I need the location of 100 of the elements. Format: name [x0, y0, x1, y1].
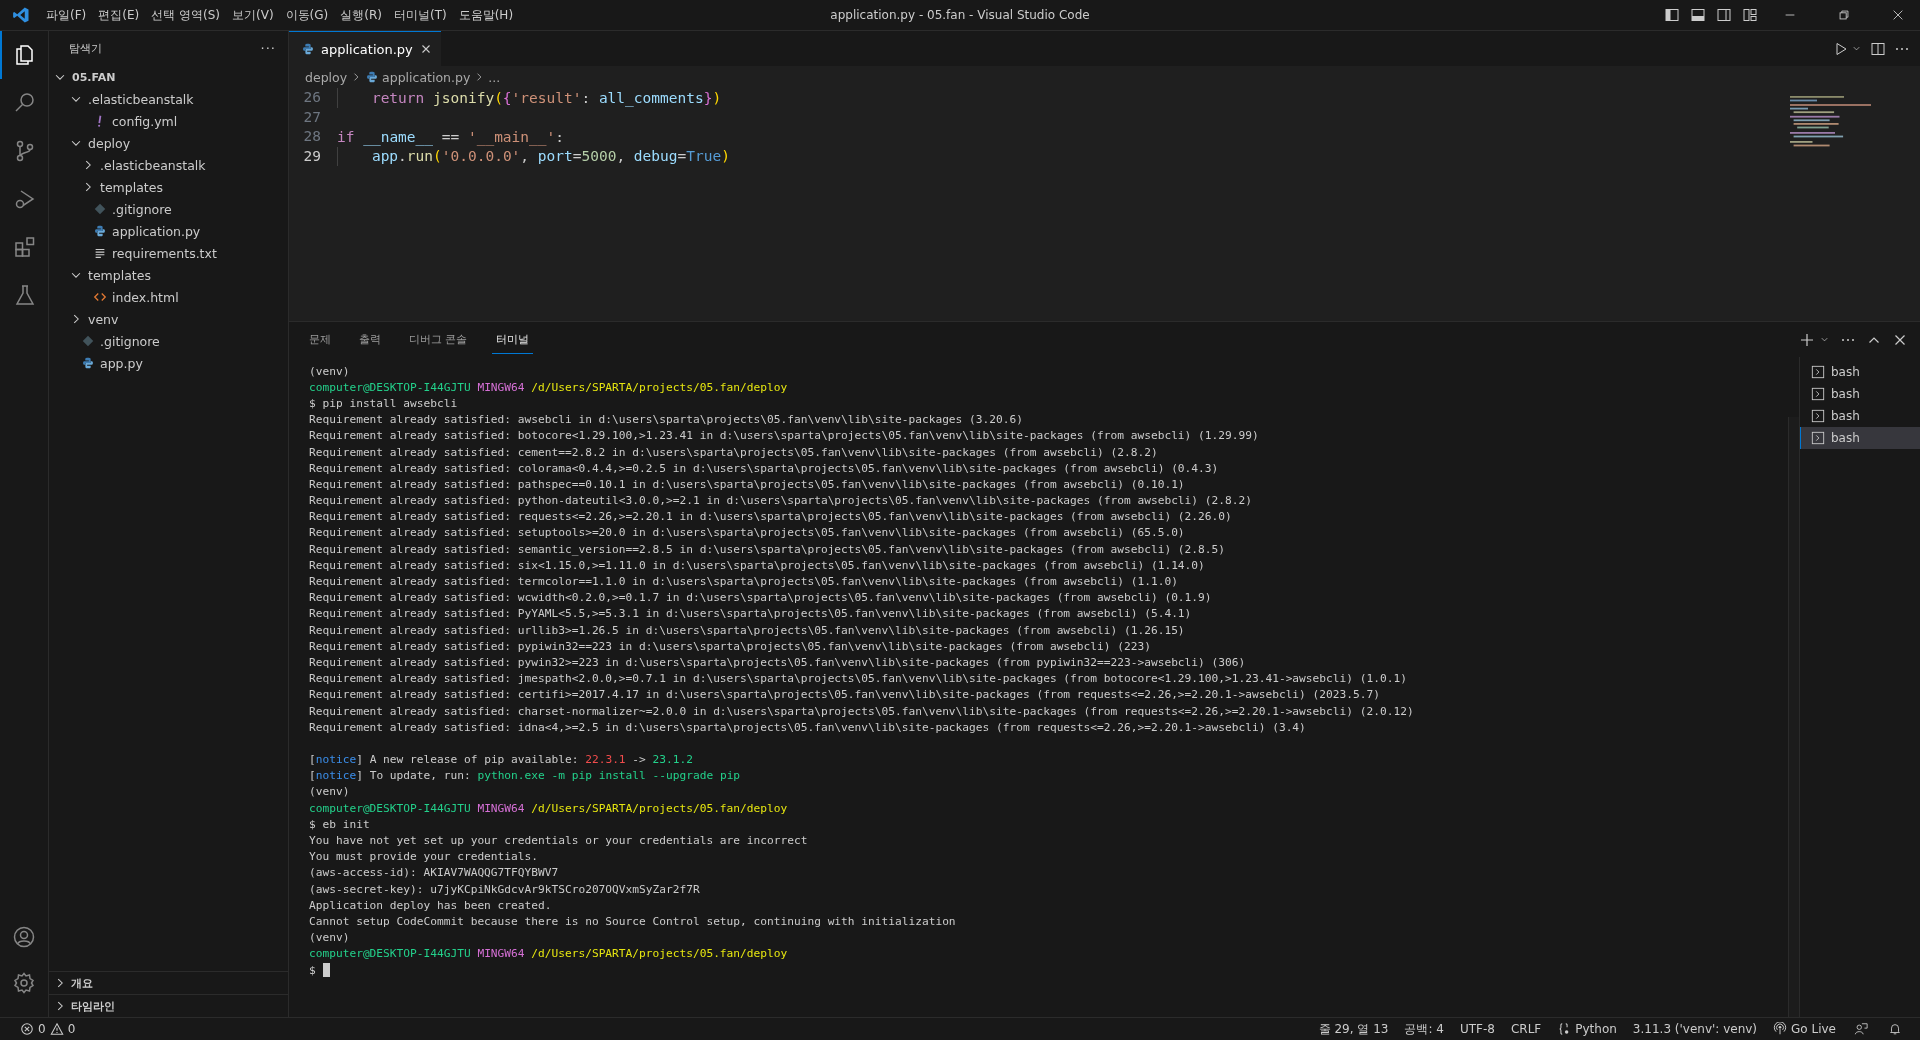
terminal-line: You must provide your credentials.	[309, 850, 538, 864]
terminal-line: Requirement already satisfied: setuptools>=20.0 in d:\users\sparta\projects\05.fan\venv\lib\site-packages (from awsebcli) (65.5.0)	[309, 526, 1185, 540]
scrollbar-track[interactable]	[1788, 417, 1799, 1017]
tree-item[interactable]: .elasticbeanstalk	[49, 154, 288, 176]
panel-tab[interactable]: 디버그 콘솔	[405, 325, 472, 354]
tree-item[interactable]: deploy	[49, 132, 288, 154]
flask-icon[interactable]	[13, 283, 37, 307]
terminal-line: Requirement already satisfied: semantic_version==2.8.5 in d:\users\sparta\projects\05.fan\venv\lib\site-packages (from awsebcli) (2.8.5)	[309, 542, 1226, 556]
menu-item[interactable]: 이동(G)	[279, 6, 335, 24]
terminal-line: computer@DESKTOP-I44GJTU MINGW64 /d/Users/SPARTA/projects/05.fan/deploy	[309, 801, 788, 815]
terminal-line: Requirement already satisfied: pywin32>=223 in d:\users\sparta\projects\05.fan\venv\lib\site-packages (from pypiwin32==223->awsebcli) (306)	[309, 655, 1246, 669]
menu-item[interactable]: 터미널(T)	[387, 6, 453, 24]
text-file-icon	[93, 246, 107, 260]
terminal-line: Requirement already satisfied: jmespath<2.0.0,>=0.7.1 in d:\users\sparta\projects\05.fan\venv\lib\site-packages (from botocore<1.29.100,>1.23.41->awsebcli) (1.0.1)	[309, 672, 1407, 686]
menu-item[interactable]: 편집(E)	[92, 6, 146, 24]
layout-icon[interactable]	[1742, 7, 1758, 23]
error-icon	[20, 1022, 34, 1036]
account-icon[interactable]	[12, 925, 36, 949]
tree-item[interactable]: templates	[49, 264, 288, 286]
problems-status[interactable]: 0 0	[12, 1022, 84, 1036]
terminal-line: Requirement already satisfied: requests<=2.26,>=2.20.1 in d:\users\sparta\projects\05.fan\venv\lib\site-packages (from awsebcli) (2.26.0)	[309, 510, 1232, 524]
panel-tab[interactable]: 터미널	[491, 325, 533, 354]
window-title: application.py - 05.fan - Visual Studio Code	[830, 8, 1090, 22]
status-item[interactable]: UTF-8	[1451, 1022, 1503, 1036]
terminal-line: [notice] To update, run: python.exe -m pip install --upgrade pip	[309, 769, 741, 783]
tree-item[interactable]: config.yml	[49, 110, 288, 132]
menu-item[interactable]: 선택 영역(S)	[145, 6, 226, 24]
code-line: app.run('0.0.0.0', port=5000, debug=True)	[371, 148, 730, 165]
terminal-line: Requirement already satisfied: pathspec==0.10.1 in d:\users\sparta\projects\05.fan\venv\lib\site-packages (from awsebcli) (0.10.1)	[309, 477, 1185, 491]
toggle-panel-icon[interactable]	[1690, 7, 1706, 23]
status-item[interactable]: 줄 29, 열 13	[1310, 1020, 1397, 1038]
terminal-list-item[interactable]: bash	[1800, 383, 1920, 405]
diamond-icon	[93, 202, 107, 216]
status-item[interactable]: Go Live	[1765, 1022, 1844, 1036]
toggle-secondary-sidebar-icon[interactable]	[1716, 7, 1732, 23]
toggle-sidebar-icon[interactable]	[1664, 7, 1680, 23]
more-actions-button[interactable]: ···	[260, 41, 276, 56]
vscode-logo-icon	[12, 6, 30, 24]
tree-item[interactable]: .elasticbeanstalk	[49, 88, 288, 110]
status-item[interactable]: 공백: 4	[1396, 1020, 1452, 1038]
tree-item[interactable]: 05.FAN	[49, 66, 288, 88]
tree-item[interactable]: templates	[49, 176, 288, 198]
terminal-list-item[interactable]: bash	[1800, 361, 1920, 383]
terminal-line: Requirement already satisfied: certifi>=2017.4.17 in d:\users\sparta\projects\05.fan\venv\lib\site-packages (from requests<=2.26,>=2.20.1->awsebcli) (2023.5.7)	[309, 688, 1380, 702]
terminal-list-item[interactable]: bash	[1800, 427, 1920, 449]
sidebar-title: 탐색기	[69, 41, 102, 56]
code-brackets-icon	[93, 290, 107, 304]
terminal-line: Requirement already satisfied: python-dateutil<3.0.0,>=2.1 in d:\users\sparta\projects\05.fan\venv\lib\site-packages (from awsebcli) (2.8.2)	[309, 494, 1252, 508]
terminal-line: computer@DESKTOP-I44GJTU MINGW64 /d/Users/SPARTA/projects/05.fan/deploy	[309, 947, 788, 961]
menu-item[interactable]: 도움말(H)	[452, 6, 520, 24]
terminal-line: $	[309, 963, 316, 977]
python-file-icon	[93, 224, 107, 238]
tree-item[interactable]: app.py	[49, 352, 288, 374]
terminal-line: Requirement already satisfied: charset-normalizer~=2.0.0 in d:\users\sparta\projects\05.fan\venv\lib\site-packages (from requests<=2.26,>=2.20.1->awsebcli) (2.0.12)	[309, 704, 1414, 718]
tree-item[interactable]: .gitignore	[49, 198, 288, 220]
terminal-line: Requirement already satisfied: awsebcli in d:\users\sparta\projects\05.fan\venv\lib\site-packages (3.20.6)	[309, 413, 1023, 427]
terminal-line: Requirement already satisfied: six<1.15.0,>=1.11.0 in d:\users\sparta\projects\05.fan\venv\lib\site-packages (from awsebcli) (1.14.0)	[309, 558, 1205, 572]
status-item[interactable]: CRLF	[1502, 1022, 1550, 1036]
tree-item[interactable]: requirements.txt	[49, 242, 288, 264]
terminal-list-item[interactable]: bash	[1800, 405, 1920, 427]
restore-icon[interactable]	[1837, 8, 1851, 22]
python-file-icon	[301, 42, 315, 56]
warning-icon	[49, 1022, 64, 1036]
line-number: 29	[302, 146, 322, 166]
editor-tab[interactable]: application.py	[289, 31, 441, 66]
terminal-icon	[1811, 431, 1825, 445]
code-line: return jsonify({'result': all_comments})	[371, 89, 722, 106]
breadcrumb-item[interactable]: application.py	[382, 69, 471, 85]
panel-tab[interactable]: 문제	[305, 325, 335, 354]
code-line: if __name__ == '__main__':	[337, 128, 564, 145]
tree-item[interactable]: venv	[49, 308, 288, 330]
panel-tab[interactable]: 출력	[355, 325, 385, 354]
tree-item[interactable]: .gitignore	[49, 330, 288, 352]
bell-icon[interactable]	[1888, 1022, 1902, 1036]
feedback-icon[interactable]	[1854, 1022, 1868, 1036]
terminal-line: (aws-secret-key): u7jyKCpiNkGdcvAr9kTSCro207OQVxmSyZar2f7R	[309, 882, 700, 896]
menu-item[interactable]: 실행(R)	[334, 6, 388, 24]
split-editor-icon[interactable]	[1870, 40, 1886, 57]
terminal-line: (venv)	[309, 785, 350, 799]
menu-item[interactable]: 파일(F)	[40, 6, 93, 24]
tree-item[interactable]: application.py	[49, 220, 288, 242]
tree-item[interactable]: index.html	[49, 286, 288, 308]
run-icon[interactable]	[1833, 40, 1849, 57]
extensions-icon[interactable]	[13, 235, 37, 259]
run-debug-icon[interactable]	[13, 187, 37, 211]
settings-icon[interactable]	[12, 971, 36, 995]
menu-item[interactable]: 보기(V)	[226, 6, 280, 24]
breadcrumb-item[interactable]: deploy	[305, 69, 348, 85]
section-header[interactable]: 개요	[49, 971, 288, 994]
status-item[interactable]: 3.11.3 ('venv': venv)	[1624, 1022, 1766, 1036]
terminal-icon	[1811, 409, 1825, 423]
close-icon[interactable]	[1891, 8, 1905, 22]
status-item[interactable]: Python	[1549, 1022, 1625, 1036]
plus-icon[interactable]	[1799, 331, 1815, 348]
terminal-line: (venv)	[309, 931, 350, 945]
terminal-line: Requirement already satisfied: pypiwin32==223 in d:\users\sparta\projects\05.fan\venv\lib\site-packages (from awsebcli) (223)	[309, 639, 1151, 653]
terminal-line: [notice] A new release of pip available: 22.3.1 -> 23.1.2	[309, 753, 693, 767]
breadcrumb-item[interactable]: ...	[488, 69, 501, 85]
line-number: 27	[302, 107, 322, 127]
terminal-line: Requirement already satisfied: botocore<1.29.100,>1.23.41 in d:\users\sparta\projects\05.fan\venv\lib\site-packages (from awsebcli) (1.29.99)	[309, 429, 1259, 443]
